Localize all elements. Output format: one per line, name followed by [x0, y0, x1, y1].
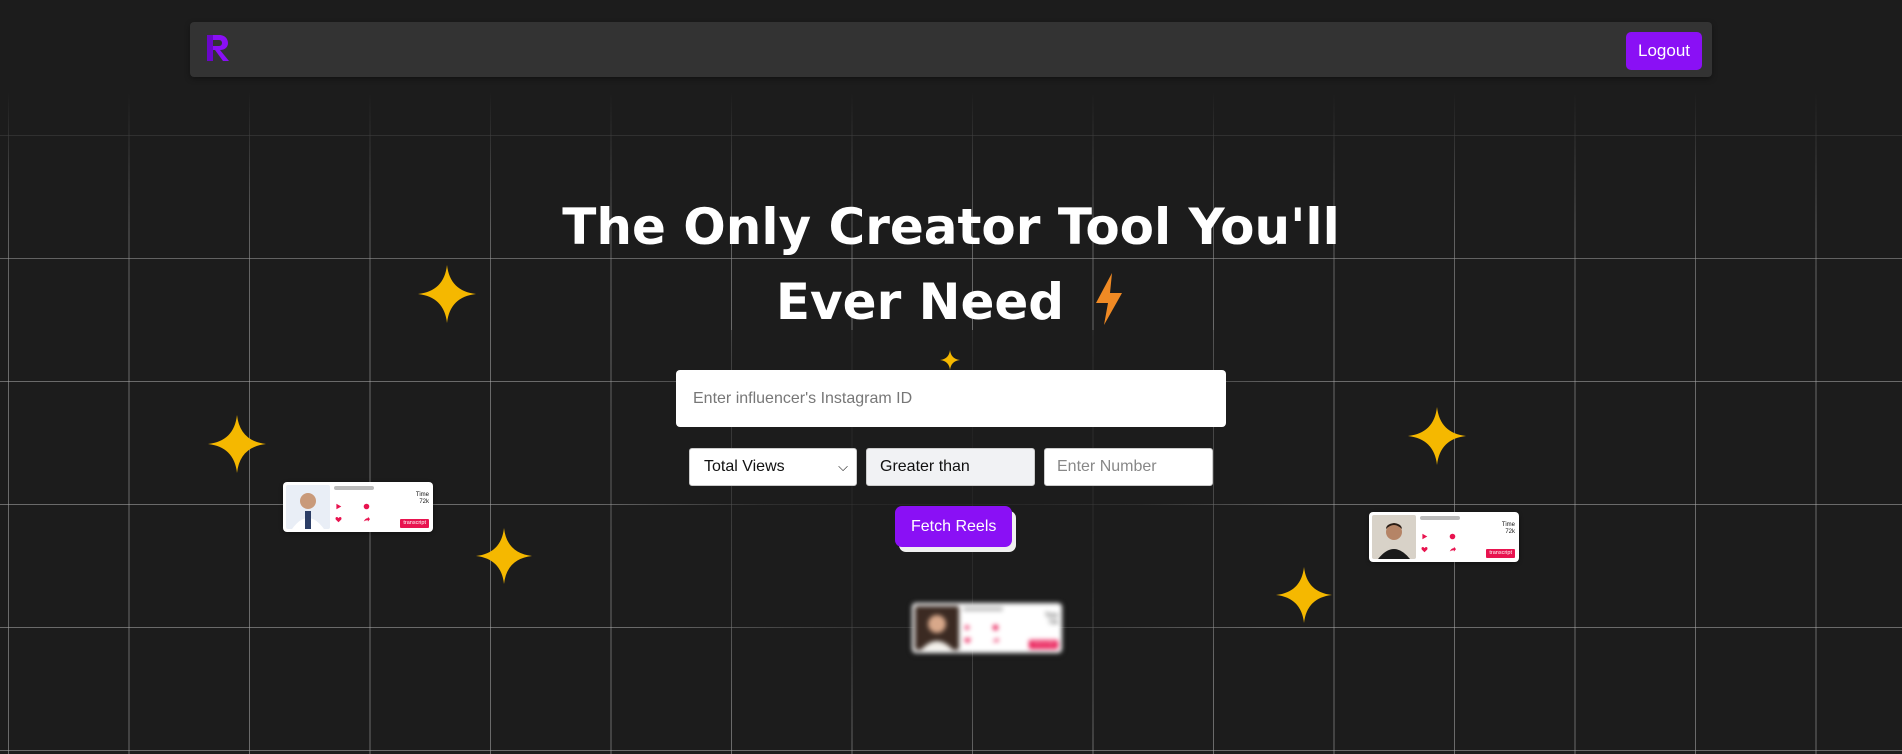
reel-meta-line: Time: [415, 492, 429, 498]
username-placeholder: [1420, 516, 1460, 520]
comparison-select-value: Greater than: [880, 458, 970, 475]
metric-select-value: Total Views: [704, 458, 785, 475]
reel-meta-line: 72k: [1048, 620, 1058, 626]
reel-meta-line: 72k: [1505, 529, 1515, 535]
reel-meta-line: Time: [1044, 613, 1058, 619]
fetch-reels-button[interactable]: Fetch Reels: [895, 506, 1013, 547]
comment-icon: [1449, 533, 1456, 540]
transcript-badge: transcript: [400, 519, 429, 528]
reel-meta: Time 72k: [416, 492, 429, 506]
avatar: [1372, 515, 1416, 559]
sparkle-icon: [940, 350, 960, 370]
heart-icon: [1421, 547, 1428, 553]
r-logo-icon[interactable]: [204, 32, 232, 64]
reel-meta-line: 72k: [419, 499, 429, 505]
reel-card: Time 72k transcript: [912, 603, 1062, 653]
reel-meta: Time 72k: [1502, 522, 1515, 536]
lightning-bolt-icon: [1096, 273, 1123, 325]
heart-icon: [964, 638, 971, 644]
avatar: [915, 606, 959, 650]
navbar: Logout: [190, 22, 1712, 77]
comment-icon: [992, 624, 999, 631]
hero-title-line-2: Ever Need: [0, 265, 1902, 340]
username-placeholder: [963, 607, 1003, 611]
reel-card: Time 72k transcript: [283, 482, 433, 532]
logout-button[interactable]: Logout: [1626, 32, 1702, 70]
hero-title-line-2-text: Ever Need: [775, 273, 1065, 331]
sparkle-icon: [476, 528, 532, 584]
username-placeholder: [334, 486, 374, 490]
instagram-id-input[interactable]: [676, 370, 1226, 427]
reel-card: Time 72k transcript: [1369, 512, 1519, 562]
share-icon: [363, 516, 370, 522]
transcript-badge: transcript: [1029, 640, 1058, 649]
play-icon: [1422, 533, 1428, 540]
comparison-select[interactable]: Greater than: [866, 448, 1035, 486]
sparkle-icon: [208, 415, 266, 473]
hero-title: The Only Creator Tool You'll Ever Need: [0, 190, 1902, 340]
reel-meta: Time 72k: [1045, 613, 1058, 627]
metric-select[interactable]: Total Views ⌵: [689, 448, 857, 486]
reel-meta-line: Time: [1501, 522, 1515, 528]
avatar: [286, 485, 330, 529]
play-icon: [336, 503, 342, 510]
number-input[interactable]: [1044, 448, 1213, 486]
comment-icon: [363, 503, 370, 510]
share-icon: [1449, 546, 1456, 552]
share-icon: [992, 637, 999, 643]
hero-title-line-1: The Only Creator Tool You'll: [562, 198, 1340, 256]
chevron-down-icon: ⌵: [838, 459, 848, 474]
heart-icon: [335, 517, 342, 523]
sparkle-icon: [1408, 407, 1466, 465]
sparkle-icon: [1276, 567, 1332, 623]
play-icon: [965, 624, 971, 631]
transcript-badge: transcript: [1486, 549, 1515, 558]
